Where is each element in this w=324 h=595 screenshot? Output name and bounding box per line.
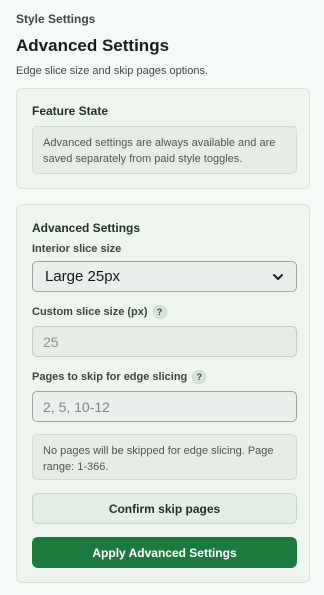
feature-state-title: Feature State: [32, 104, 109, 118]
custom-slice-input[interactable]: 25: [32, 326, 297, 357]
apply-advanced-settings-button[interactable]: Apply Advanced Settings: [32, 537, 297, 568]
custom-slice-label-text: Custom slice size (px): [32, 306, 148, 318]
skip-pages-label: Pages to skip for edge slicing ?: [32, 370, 207, 384]
confirm-skip-pages-button[interactable]: Confirm skip pages: [32, 493, 297, 524]
interior-slice-select[interactable]: Large 25px: [32, 261, 297, 292]
page-header: Style Settings Advanced Settings Edge sl…: [0, 0, 324, 78]
skip-pages-input[interactable]: 2, 5, 10-12: [32, 391, 297, 422]
section-eyebrow: Style Settings: [16, 12, 96, 26]
page-title: Advanced Settings: [16, 36, 170, 55]
skip-pages-note: No pages will be skipped for edge slicin…: [32, 434, 297, 480]
advanced-settings-title: Advanced Settings: [32, 221, 141, 235]
feature-state-note: Advanced settings are always available a…: [32, 126, 297, 174]
feature-state-card: Feature State Advanced settings are alwa…: [16, 88, 310, 189]
page-subtitle: Edge slice size and skip pages options.: [16, 65, 209, 77]
help-icon[interactable]: ?: [192, 370, 207, 384]
custom-slice-label: Custom slice size (px) ?: [32, 305, 167, 319]
interior-slice-value: Large 25px: [45, 268, 121, 285]
interior-slice-label: Interior slice size: [32, 243, 121, 255]
chevron-down-icon: [273, 273, 283, 280]
help-icon[interactable]: ?: [152, 305, 167, 319]
advanced-settings-card: Advanced Settings Interior slice size La…: [16, 204, 310, 583]
interior-slice-label-text: Interior slice size: [32, 243, 122, 255]
custom-slice-value: 25: [43, 333, 59, 350]
skip-pages-placeholder: 2, 5, 10-12: [43, 398, 110, 415]
skip-pages-label-text: Pages to skip for edge slicing: [32, 371, 188, 383]
